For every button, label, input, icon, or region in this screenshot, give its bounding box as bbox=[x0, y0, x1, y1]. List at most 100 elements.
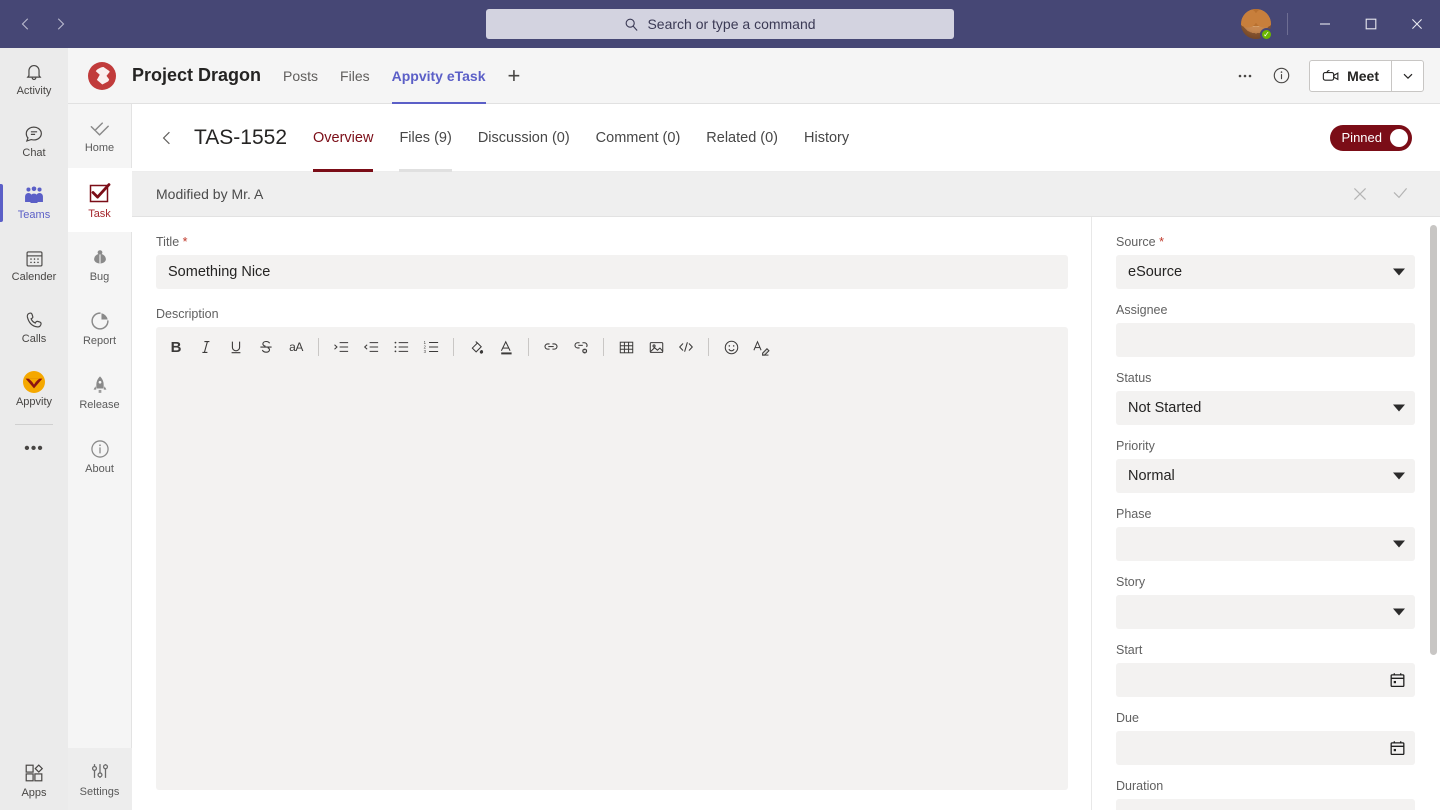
tab-comment[interactable]: Comment (0) bbox=[596, 104, 681, 172]
bulleted-list-icon[interactable] bbox=[387, 333, 415, 361]
numbered-list-icon[interactable]: 123 bbox=[417, 333, 445, 361]
add-tab-button[interactable]: + bbox=[508, 65, 521, 87]
info-circle-icon[interactable] bbox=[1265, 60, 1297, 92]
back-nav-icon[interactable] bbox=[12, 10, 40, 38]
clear-formatting-icon[interactable] bbox=[747, 333, 775, 361]
font-color-icon[interactable] bbox=[492, 333, 520, 361]
field-due: Due bbox=[1116, 711, 1415, 765]
back-button[interactable] bbox=[150, 121, 184, 155]
font-size-glyph: aA bbox=[289, 340, 303, 354]
rocket-icon bbox=[89, 374, 111, 396]
indent-decrease-icon[interactable] bbox=[357, 333, 385, 361]
meet-button-main[interactable]: Meet bbox=[1310, 61, 1391, 91]
sidebar-item-label: Activity bbox=[17, 86, 52, 97]
subrail-item-bug[interactable]: Bug bbox=[68, 232, 132, 296]
subrail-item-release[interactable]: Release bbox=[68, 360, 132, 424]
start-date-input[interactable] bbox=[1116, 663, 1415, 697]
search-icon bbox=[624, 17, 639, 32]
sidebar-item-label: Teams bbox=[18, 210, 50, 221]
source-dropdown[interactable]: eSource bbox=[1116, 255, 1415, 289]
bold-icon[interactable]: B bbox=[162, 333, 190, 361]
font-size-icon[interactable]: aA bbox=[282, 333, 310, 361]
code-block-icon[interactable] bbox=[672, 333, 700, 361]
sidebar-item-calls[interactable]: Calls bbox=[0, 296, 68, 358]
tab-posts[interactable]: Posts bbox=[283, 48, 318, 104]
underline-icon[interactable] bbox=[222, 333, 250, 361]
more-options-icon[interactable] bbox=[1229, 60, 1261, 92]
meet-button[interactable]: Meet bbox=[1309, 60, 1424, 92]
field-label: Story bbox=[1116, 575, 1415, 589]
subrail-item-about[interactable]: About bbox=[68, 424, 132, 488]
insert-image-icon[interactable] bbox=[642, 333, 670, 361]
close-button[interactable] bbox=[1394, 0, 1440, 48]
story-dropdown[interactable] bbox=[1116, 595, 1415, 629]
teams-icon bbox=[22, 185, 46, 207]
field-status: Status Not Started bbox=[1116, 371, 1415, 425]
subrail-item-label: Settings bbox=[80, 786, 120, 798]
indent-increase-icon[interactable] bbox=[327, 333, 355, 361]
forward-nav-icon[interactable] bbox=[46, 10, 74, 38]
check-icon[interactable] bbox=[1386, 180, 1414, 208]
toolbar-divider bbox=[603, 338, 604, 356]
tab-discussion[interactable]: Discussion (0) bbox=[478, 104, 570, 172]
calendar-icon bbox=[24, 248, 45, 269]
assignee-input[interactable] bbox=[1116, 323, 1415, 357]
minimize-button[interactable] bbox=[1302, 0, 1348, 48]
strikethrough-icon[interactable] bbox=[252, 333, 280, 361]
chevron-down-icon bbox=[1393, 609, 1405, 616]
highlight-color-icon[interactable] bbox=[462, 333, 490, 361]
priority-dropdown[interactable]: Normal bbox=[1116, 459, 1415, 493]
italic-icon[interactable] bbox=[192, 333, 220, 361]
toolbar-divider bbox=[453, 338, 454, 356]
tab-related[interactable]: Related (0) bbox=[706, 104, 778, 172]
title-input[interactable] bbox=[156, 255, 1068, 289]
description-input[interactable] bbox=[156, 367, 1068, 790]
tab-history[interactable]: History bbox=[804, 104, 849, 172]
tab-label: Discussion (0) bbox=[478, 130, 570, 146]
remove-link-icon[interactable] bbox=[567, 333, 595, 361]
sidebar-item-calender[interactable]: Calender bbox=[0, 234, 68, 296]
emoji-icon[interactable] bbox=[717, 333, 745, 361]
phase-dropdown[interactable] bbox=[1116, 527, 1415, 561]
subrail-item-task[interactable]: Task bbox=[68, 168, 132, 232]
status-dropdown[interactable]: Not Started bbox=[1116, 391, 1415, 425]
meet-dropdown-chevron-down-icon[interactable] bbox=[1391, 61, 1423, 91]
insert-table-icon[interactable] bbox=[612, 333, 640, 361]
field-label: Status bbox=[1116, 371, 1415, 385]
subrail-item-home[interactable]: Home bbox=[68, 104, 132, 168]
duration-input[interactable] bbox=[1116, 799, 1415, 810]
rail-more-button[interactable]: ••• bbox=[0, 429, 68, 469]
avatar[interactable]: ✓ bbox=[1241, 9, 1271, 39]
sidebar-item-activity[interactable]: Activity bbox=[0, 48, 68, 110]
scrollbar-thumb[interactable] bbox=[1430, 225, 1437, 655]
tab-appvity-etask[interactable]: Appvity eTask bbox=[392, 48, 486, 104]
tab-label: Files (9) bbox=[399, 130, 451, 146]
field-label-text: Source bbox=[1116, 235, 1156, 249]
tab-files[interactable]: Files bbox=[340, 48, 370, 104]
tab-files[interactable]: Files (9) bbox=[399, 104, 451, 172]
scrollbar-track[interactable] bbox=[1429, 217, 1439, 810]
calendar-icon[interactable] bbox=[1389, 672, 1406, 689]
sidebar-item-teams[interactable]: Teams bbox=[0, 172, 68, 234]
sidebar-item-apps[interactable]: Apps bbox=[0, 750, 68, 810]
apps-icon bbox=[23, 762, 45, 784]
due-date-input[interactable] bbox=[1116, 731, 1415, 765]
history-nav bbox=[12, 10, 74, 38]
dragon-logo-icon bbox=[88, 62, 116, 90]
subrail-item-settings[interactable]: Settings bbox=[68, 748, 132, 810]
insert-link-icon[interactable] bbox=[537, 333, 565, 361]
chevron-down-icon bbox=[1393, 269, 1405, 276]
field-source: Source * eSource bbox=[1116, 235, 1415, 289]
subrail-item-report[interactable]: Report bbox=[68, 296, 132, 360]
modified-by-text: Modified by Mr. A bbox=[156, 186, 263, 202]
tab-overview[interactable]: Overview bbox=[313, 104, 373, 172]
calendar-icon[interactable] bbox=[1389, 740, 1406, 757]
presence-available-icon: ✓ bbox=[1260, 28, 1273, 41]
phone-icon bbox=[24, 310, 45, 331]
pinned-toggle[interactable]: Pinned bbox=[1330, 125, 1412, 151]
sidebar-item-appvity[interactable]: Appvity bbox=[0, 358, 68, 420]
search-input[interactable]: Search or type a command bbox=[486, 9, 954, 39]
maximize-button[interactable] bbox=[1348, 0, 1394, 48]
close-icon[interactable] bbox=[1346, 180, 1374, 208]
sidebar-item-chat[interactable]: Chat bbox=[0, 110, 68, 172]
